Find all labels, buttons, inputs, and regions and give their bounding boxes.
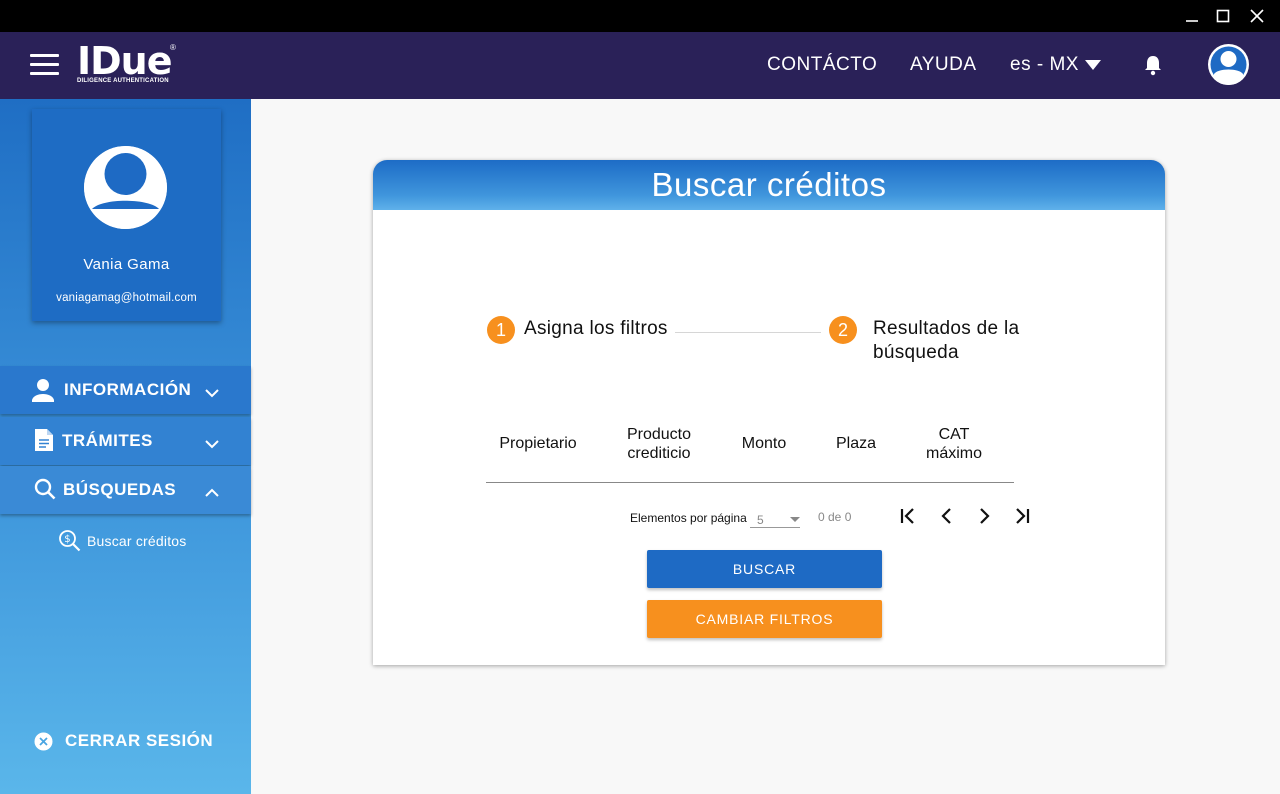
app-logo: IDue ® DILIGENCE AUTHENTICATION: [77, 39, 176, 84]
sidebar-item-informacion[interactable]: INFORMACIÓN: [0, 366, 251, 414]
hamburger-menu-icon[interactable]: [30, 54, 60, 78]
sidebar-item-busquedas[interactable]: BÚSQUEDAS: [0, 466, 251, 514]
logo-text: IDue: [77, 39, 173, 83]
sidebar-subitem-buscar-creditos[interactable]: $ Buscar créditos: [58, 529, 186, 552]
search-icon: [34, 478, 56, 505]
stepper-divider: [675, 332, 821, 333]
maximize-icon[interactable]: [1206, 0, 1240, 32]
page-size-value: 5: [757, 513, 764, 527]
column-header-cat: CAT máximo: [925, 426, 982, 462]
sidebar-subitem-label: Buscar créditos: [87, 532, 187, 549]
top-navbar: IDue ® DILIGENCE AUTHENTICATION CONTÁCTO…: [0, 32, 1280, 99]
last-page-icon[interactable]: [1010, 504, 1034, 528]
first-page-icon[interactable]: [896, 504, 920, 528]
page-title: Buscar créditos: [373, 160, 1165, 210]
nav-ayuda-link[interactable]: AYUDA: [910, 54, 977, 76]
language-selector[interactable]: es - MX: [1010, 54, 1101, 76]
logo-tagline: DILIGENCE AUTHENTICATION: [77, 78, 169, 84]
document-icon: [35, 429, 53, 456]
table-header-divider: [486, 482, 1014, 483]
sidebar-item-label: INFORMACIÓN: [64, 380, 192, 399]
select-caret-icon: [790, 517, 800, 522]
sidebar-item-label: TRÁMITES: [62, 431, 153, 450]
user-avatar-icon[interactable]: [1208, 44, 1249, 85]
column-header-plaza: Plaza: [835, 435, 877, 452]
window-titlebar: [0, 0, 1280, 32]
search-credits-card: Buscar créditos 1 Asigna los filtros 2 R…: [373, 160, 1165, 665]
svg-text:$: $: [64, 534, 71, 545]
column-header-monto: Monto: [741, 435, 787, 452]
profile-avatar-icon: [84, 146, 167, 229]
logo-registered-mark: ®: [170, 43, 176, 52]
minimize-icon[interactable]: [1175, 0, 1209, 32]
column-header-producto: Producto crediticio: [626, 426, 692, 462]
step-1-badge: 1: [487, 316, 515, 344]
profile-email: vaniagamag@hotmail.com: [56, 292, 197, 304]
step-1-label: Asigna los filtros: [524, 318, 668, 339]
page-size-select[interactable]: 5: [750, 510, 800, 528]
next-page-icon[interactable]: [972, 504, 996, 528]
sidebar-item-tramites[interactable]: TRÁMITES: [0, 417, 251, 465]
page-size-label: Elementos por página: [630, 511, 747, 525]
logout-label: CERRAR SESIÓN: [65, 731, 214, 750]
profile-name: Vania Gama: [83, 256, 170, 273]
step-2-badge: 2: [829, 316, 857, 344]
chevron-down-icon: [205, 383, 219, 403]
sidebar: Vania Gama vaniagamag@hotmail.com INFORM…: [0, 99, 251, 794]
language-label: es - MX: [1010, 54, 1079, 75]
chevron-up-icon: [205, 483, 219, 503]
pagination-count: 0 de 0: [818, 510, 852, 524]
caret-down-icon: [1084, 60, 1101, 70]
search-money-icon: $: [59, 530, 81, 552]
close-circle-icon: [34, 732, 53, 750]
profile-card: Vania Gama vaniagamag@hotmail.com: [32, 109, 221, 321]
user-icon: [32, 378, 54, 407]
cambiar-filtros-button[interactable]: CAMBIAR FILTROS: [647, 600, 882, 638]
sidebar-item-label: BÚSQUEDAS: [63, 480, 177, 499]
nav-contacto-link[interactable]: CONTÁCTO: [767, 54, 877, 76]
buscar-button[interactable]: BUSCAR: [647, 550, 882, 588]
chevron-down-icon: [205, 434, 219, 454]
logout-button[interactable]: CERRAR SESIÓN: [34, 731, 213, 751]
step-2-label: Resultados de la búsqueda: [873, 318, 1020, 363]
bell-icon[interactable]: [1143, 54, 1163, 81]
column-header-propietario: Propietario: [499, 435, 577, 452]
close-icon[interactable]: [1240, 0, 1274, 32]
previous-page-icon[interactable]: [935, 504, 959, 528]
